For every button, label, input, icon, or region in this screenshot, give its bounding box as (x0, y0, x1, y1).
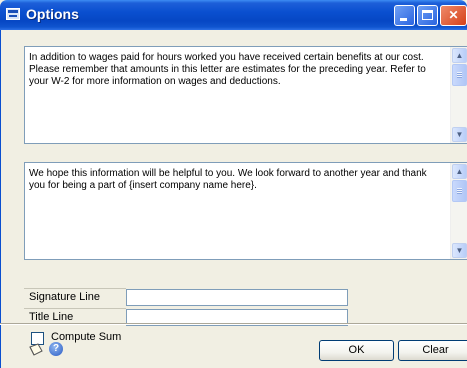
clear-button[interactable]: Clear (398, 340, 467, 361)
title-line-label: Title Line (29, 311, 74, 323)
closing-text: We hope this information will be helpful… (29, 168, 427, 191)
minimize-button[interactable] (394, 5, 415, 26)
help-icon[interactable]: ? (49, 342, 63, 356)
footer-separator (0, 323, 467, 325)
maximize-button[interactable] (417, 5, 438, 26)
dialog-body: In addition to wages paid for hours work… (0, 30, 467, 368)
scroll-thumb[interactable] (452, 64, 467, 86)
note-pencil-icon[interactable] (28, 343, 44, 357)
signature-line-label: Signature Line (29, 291, 100, 303)
maximize-icon (422, 10, 433, 20)
minimize-icon (400, 18, 407, 21)
scroll-thumb[interactable] (452, 180, 467, 202)
closing-vertical-scrollbar[interactable]: ▲ ▼ (450, 163, 467, 259)
scroll-up-arrow-icon[interactable]: ▲ (452, 48, 467, 63)
title-bar[interactable]: Options ✕ (0, 0, 467, 30)
benefits-text-area[interactable]: In addition to wages paid for hours work… (24, 46, 467, 144)
options-window-icon (6, 8, 20, 20)
benefits-vertical-scrollbar[interactable]: ▲ ▼ (450, 47, 467, 143)
closing-text-area[interactable]: We hope this information will be helpful… (24, 162, 467, 260)
close-button[interactable]: ✕ (440, 5, 467, 26)
compute-sum-label[interactable]: Compute Sum (51, 331, 121, 343)
signature-line-input[interactable] (126, 289, 348, 306)
scroll-down-arrow-icon[interactable]: ▼ (452, 243, 467, 258)
ok-button[interactable]: OK (319, 340, 394, 361)
field-divider (24, 308, 126, 309)
scroll-up-arrow-icon[interactable]: ▲ (452, 164, 467, 179)
benefits-text: In addition to wages paid for hours work… (29, 52, 426, 87)
options-window: Options ✕ In addition to wages paid for … (0, 0, 467, 368)
scroll-down-arrow-icon[interactable]: ▼ (452, 127, 467, 142)
close-icon: ✕ (448, 8, 459, 22)
window-title: Options (26, 6, 79, 22)
